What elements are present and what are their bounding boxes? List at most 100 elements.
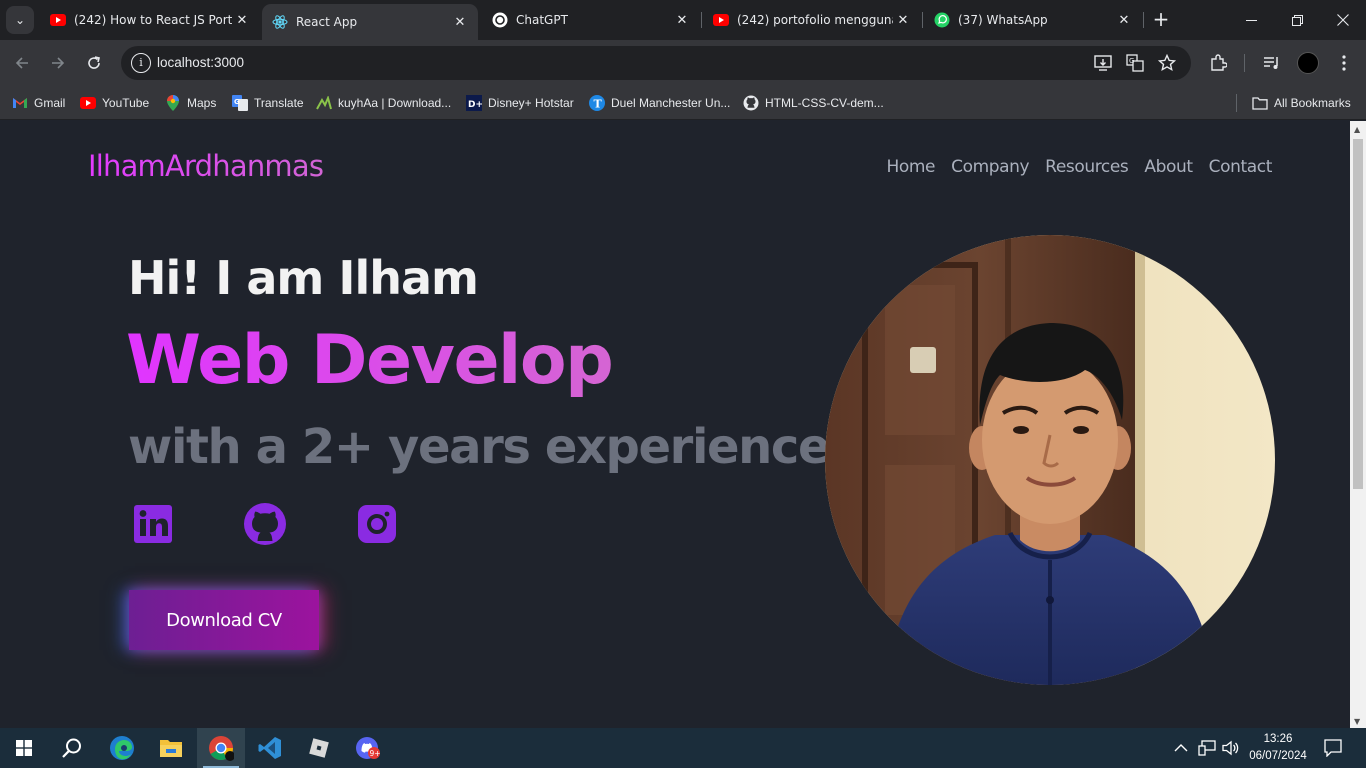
browser-toolbar: i localhost:3000 G <box>0 40 1366 86</box>
chrome-icon[interactable] <box>197 728 245 768</box>
chrome-menu-icon[interactable] <box>1333 52 1355 74</box>
clock-date: 06/07/2024 <box>1249 750 1307 762</box>
tribun-icon: T <box>589 95 605 111</box>
bookmarks-separator <box>1236 94 1237 112</box>
linkedin-link[interactable] <box>131 504 175 548</box>
site-logo[interactable]: IlhamArdhanmas <box>88 149 324 183</box>
edge-icon[interactable] <box>98 728 146 768</box>
nav-about[interactable]: About <box>1144 157 1193 177</box>
system-clock[interactable]: 13:26 06/07/2024 <box>1246 731 1310 765</box>
github-icon <box>243 502 287 550</box>
bookmark-github-cv[interactable]: HTML-CSS-CV-dem... <box>743 93 884 113</box>
tab-youtube-react-portfolio[interactable]: (242) How to React JS Portfolio ✕ <box>40 0 260 40</box>
minimize-button[interactable] <box>1228 0 1274 40</box>
tab-separator <box>922 12 923 28</box>
tab-react-app[interactable]: React App ✕ <box>262 4 478 40</box>
close-icon[interactable]: ✕ <box>450 15 470 30</box>
whatsapp-icon <box>934 12 950 28</box>
bookmark-label: Gmail <box>34 96 66 110</box>
install-app-icon[interactable] <box>1093 53 1113 73</box>
restore-button[interactable] <box>1274 0 1320 40</box>
tab-search-button[interactable]: ⌄ <box>6 6 34 34</box>
close-icon[interactable]: ✕ <box>1114 13 1134 28</box>
bookmark-gmail[interactable]: Gmail <box>12 93 65 113</box>
bookmark-label: YouTube <box>102 96 150 110</box>
bookmark-hotstar[interactable]: D+ Disney+ Hotstar <box>466 93 574 113</box>
instagram-icon <box>355 502 399 550</box>
bookmark-label: Translate <box>254 96 304 110</box>
bookmark-translate[interactable]: G Translate <box>232 93 304 113</box>
kuyhaa-icon <box>316 95 332 111</box>
hero-greeting: Hi! I am Ilham <box>128 251 479 305</box>
youtube-icon <box>50 12 66 28</box>
tab-youtube-portofolio[interactable]: (242) portofolio menggunakan ✕ <box>703 0 921 40</box>
all-bookmarks-button[interactable]: All Bookmarks <box>1252 93 1351 113</box>
roblox-icon[interactable] <box>295 728 343 768</box>
nav-company[interactable]: Company <box>951 157 1029 177</box>
hero-experience: with a 2+ years experience <box>128 419 831 475</box>
discord-badge: 9+ <box>370 749 381 758</box>
tab-title: (242) How to React JS Portfolio <box>74 13 232 27</box>
forward-button[interactable] <box>46 51 70 75</box>
download-cv-button[interactable]: Download CV <box>129 590 319 650</box>
file-explorer-icon[interactable] <box>147 728 195 768</box>
instagram-link[interactable] <box>355 504 399 548</box>
tab-chatgpt[interactable]: ChatGPT ✕ <box>482 0 700 40</box>
nav-home[interactable]: Home <box>886 157 935 177</box>
close-icon[interactable]: ✕ <box>232 13 252 28</box>
page-viewport: IlhamArdhanmas Home Company Resources Ab… <box>0 121 1350 728</box>
scroll-down-arrow-icon[interactable]: ▼ <box>1354 717 1360 726</box>
translate-page-icon[interactable]: G <box>1125 53 1145 73</box>
new-tab-button[interactable]: + <box>1150 8 1172 32</box>
bookmark-label: All Bookmarks <box>1274 96 1351 110</box>
github-link[interactable] <box>243 502 287 550</box>
toolbar-separator <box>1244 54 1245 72</box>
bookmark-label: Disney+ Hotstar <box>488 96 574 110</box>
reload-button[interactable] <box>82 51 106 75</box>
hero-role: Web Develop <box>126 321 614 400</box>
bookmark-maps[interactable]: Maps <box>165 93 216 113</box>
close-icon[interactable]: ✕ <box>672 13 692 28</box>
windows-start-icon[interactable] <box>0 728 48 768</box>
vscode-icon[interactable] <box>246 728 294 768</box>
youtube-icon <box>713 12 729 28</box>
show-hidden-icons-button[interactable] <box>1174 728 1188 768</box>
bookmark-star-icon[interactable] <box>1157 53 1177 73</box>
nav-contact[interactable]: Contact <box>1209 157 1273 177</box>
close-window-button[interactable] <box>1320 0 1366 40</box>
extensions-icon[interactable] <box>1207 52 1229 74</box>
notifications-icon[interactable] <box>1324 728 1342 768</box>
network-icon[interactable] <box>1198 728 1216 768</box>
profile-avatar[interactable] <box>1297 52 1319 74</box>
scroll-thumb[interactable] <box>1353 139 1363 489</box>
youtube-icon <box>80 95 96 111</box>
tab-separator <box>1143 12 1144 28</box>
site-info-icon[interactable]: i <box>131 53 151 73</box>
tab-title: React App <box>296 15 358 29</box>
maps-icon <box>165 95 181 111</box>
media-control-icon[interactable] <box>1261 52 1283 74</box>
profile-photo <box>825 235 1275 685</box>
bookmark-kuyhaa[interactable]: kuyhAa | Download... <box>316 93 451 113</box>
bookmark-tribun[interactable]: T Duel Manchester Un... <box>589 93 730 113</box>
discord-icon[interactable]: 9+ <box>344 728 392 768</box>
volume-icon[interactable] <box>1222 728 1240 768</box>
page-scrollbar[interactable]: ▲ ▼ <box>1350 121 1366 728</box>
svg-text:G: G <box>1129 57 1134 65</box>
url-text[interactable]: localhost:3000 <box>157 55 244 70</box>
tab-whatsapp[interactable]: (37) WhatsApp ✕ <box>924 0 1142 40</box>
tab-title: (242) portofolio menggunakan <box>737 13 893 27</box>
bookmarks-bar: Gmail YouTube Maps G Translate kuyhAa | … <box>0 86 1366 120</box>
tab-strip: ⌄ (242) How to React JS Portfolio ✕ Reac… <box>0 0 1366 40</box>
translate-icon: G <box>232 95 248 111</box>
chevron-down-icon: ⌄ <box>14 13 26 27</box>
scroll-up-arrow-icon[interactable]: ▲ <box>1354 125 1360 134</box>
nav-resources[interactable]: Resources <box>1045 157 1129 177</box>
bookmark-label: kuyhAa | Download... <box>338 96 452 110</box>
address-bar[interactable]: i localhost:3000 G <box>121 46 1191 80</box>
search-icon[interactable] <box>48 728 96 768</box>
react-icon <box>272 14 288 30</box>
bookmark-youtube[interactable]: YouTube <box>80 93 149 113</box>
close-icon[interactable]: ✕ <box>893 13 913 28</box>
back-button[interactable] <box>10 51 34 75</box>
